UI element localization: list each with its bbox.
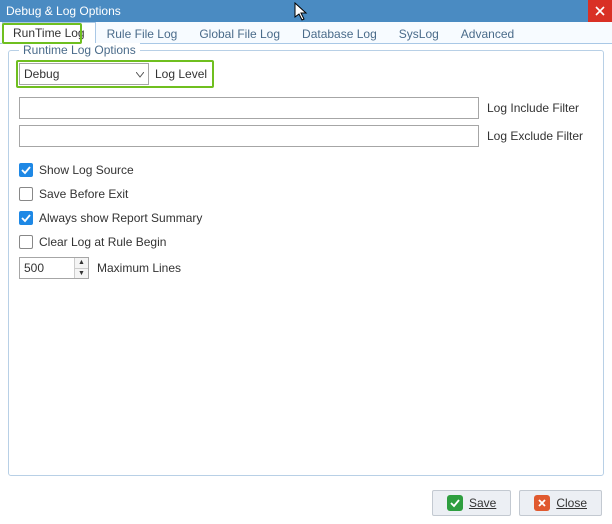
report-summary-checkbox[interactable] <box>19 211 33 225</box>
tab-syslog[interactable]: SysLog <box>388 23 450 44</box>
spinner-up-button[interactable]: ▲ <box>75 258 88 269</box>
close-button[interactable]: Close <box>519 490 602 516</box>
log-include-filter-input[interactable] <box>19 97 479 119</box>
log-level-select[interactable]: Debug <box>19 63 149 85</box>
report-summary-label: Always show Report Summary <box>39 211 202 225</box>
tab-advanced[interactable]: Advanced <box>450 23 525 44</box>
log-exclude-filter-label: Log Exclude Filter <box>487 129 583 143</box>
show-log-source-checkbox[interactable] <box>19 163 33 177</box>
tab-runtime-log[interactable]: RunTime Log <box>2 22 96 44</box>
check-icon <box>21 165 31 175</box>
close-icon <box>595 6 605 16</box>
dialog-footer: Save Close <box>432 490 602 516</box>
title-bar: Debug & Log Options <box>0 0 612 22</box>
clear-log-label: Clear Log at Rule Begin <box>39 235 166 249</box>
fieldset-legend: Runtime Log Options <box>19 43 140 57</box>
tab-bar: RunTime Log Rule File Log Global File Lo… <box>0 22 612 44</box>
maximum-lines-value: 500 <box>20 261 74 275</box>
check-icon <box>21 213 31 223</box>
log-level-value: Debug <box>20 67 132 81</box>
tab-database-log[interactable]: Database Log <box>291 23 388 44</box>
window-close-button[interactable] <box>588 0 612 22</box>
chevron-down-icon <box>132 67 148 81</box>
close-button-label: Close <box>556 496 587 510</box>
runtime-log-options-fieldset: Runtime Log Options Debug Log Level Log … <box>8 50 604 476</box>
close-icon <box>534 495 550 511</box>
save-button-label: Save <box>469 496 496 510</box>
tab-rule-file-log[interactable]: Rule File Log <box>96 23 189 44</box>
save-before-exit-label: Save Before Exit <box>39 187 128 201</box>
content-area: Runtime Log Options Debug Log Level Log … <box>0 44 612 476</box>
log-exclude-filter-input[interactable] <box>19 125 479 147</box>
clear-log-checkbox[interactable] <box>19 235 33 249</box>
window-title: Debug & Log Options <box>6 4 588 18</box>
log-include-filter-label: Log Include Filter <box>487 101 579 115</box>
log-level-label: Log Level <box>155 67 207 81</box>
save-button[interactable]: Save <box>432 490 511 516</box>
tab-global-file-log[interactable]: Global File Log <box>188 23 291 44</box>
spinner-down-button[interactable]: ▼ <box>75 269 88 279</box>
maximum-lines-label: Maximum Lines <box>97 261 181 275</box>
maximum-lines-spinner[interactable]: 500 ▲ ▼ <box>19 257 89 279</box>
save-before-exit-checkbox[interactable] <box>19 187 33 201</box>
save-icon <box>447 495 463 511</box>
show-log-source-label: Show Log Source <box>39 163 134 177</box>
